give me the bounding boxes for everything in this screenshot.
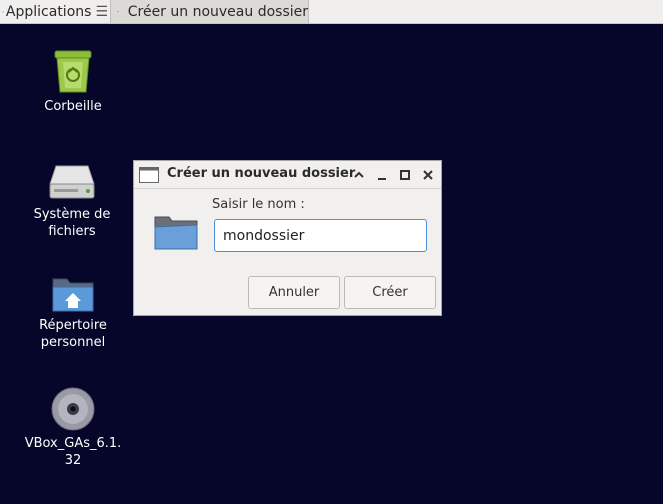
applications-menu-label: Applications bbox=[5, 3, 92, 20]
taskbar-window-button[interactable]: Créer un nouveau dossier bbox=[110, 0, 309, 23]
desktop-icon-label: Système de fichiers bbox=[33, 207, 111, 239]
close-button[interactable] bbox=[421, 168, 435, 182]
shade-button[interactable] bbox=[352, 168, 366, 182]
desktop-icon-vbox-disc[interactable]: VBox_GAs_6.1.32 bbox=[23, 387, 123, 469]
minimize-button[interactable] bbox=[375, 168, 389, 182]
maximize-button[interactable] bbox=[398, 168, 412, 182]
chevron-up-icon bbox=[354, 171, 364, 178]
optical-disc-icon bbox=[51, 387, 95, 431]
trash-icon bbox=[54, 50, 92, 93]
window-icon bbox=[117, 10, 119, 13]
desktop-icon-filesystem[interactable]: Système de fichiers bbox=[22, 164, 122, 240]
create-folder-dialog: Créer un nouveau dossier Saisir le nom : bbox=[133, 160, 442, 316]
applications-menu[interactable]: Applications ☰ bbox=[0, 0, 108, 23]
minimize-icon bbox=[378, 178, 386, 180]
maximize-icon bbox=[400, 170, 410, 180]
home-folder-icon bbox=[52, 278, 94, 312]
cancel-button[interactable]: Annuler bbox=[248, 276, 340, 309]
desktop-icon-home[interactable]: Répertoire personnel bbox=[23, 275, 123, 351]
folder-icon bbox=[154, 216, 198, 250]
create-button[interactable]: Créer bbox=[344, 276, 436, 309]
window-icon bbox=[139, 167, 159, 183]
taskbar-window-title: Créer un nouveau dossier bbox=[127, 3, 308, 20]
xfce-logo-icon bbox=[2, 10, 4, 13]
menu-separator: ☰ bbox=[95, 3, 108, 20]
dialog-titlebar[interactable]: Créer un nouveau dossier bbox=[134, 161, 441, 189]
top-panel: Applications ☰ Créer un nouveau dossier bbox=[0, 0, 663, 24]
folder-name-input[interactable] bbox=[214, 219, 427, 252]
dialog-title: Créer un nouveau dossier bbox=[167, 166, 356, 181]
desktop-icon-trash[interactable]: Corbeille bbox=[23, 48, 123, 115]
desktop-icon-label: VBox_GAs_6.1.32 bbox=[24, 436, 122, 468]
close-icon bbox=[423, 170, 433, 180]
desktop-icon-label: Répertoire personnel bbox=[39, 318, 107, 350]
drive-icon bbox=[49, 165, 95, 199]
name-prompt-label: Saisir le nom : bbox=[212, 197, 305, 212]
desktop-icon-label: Corbeille bbox=[44, 99, 102, 114]
